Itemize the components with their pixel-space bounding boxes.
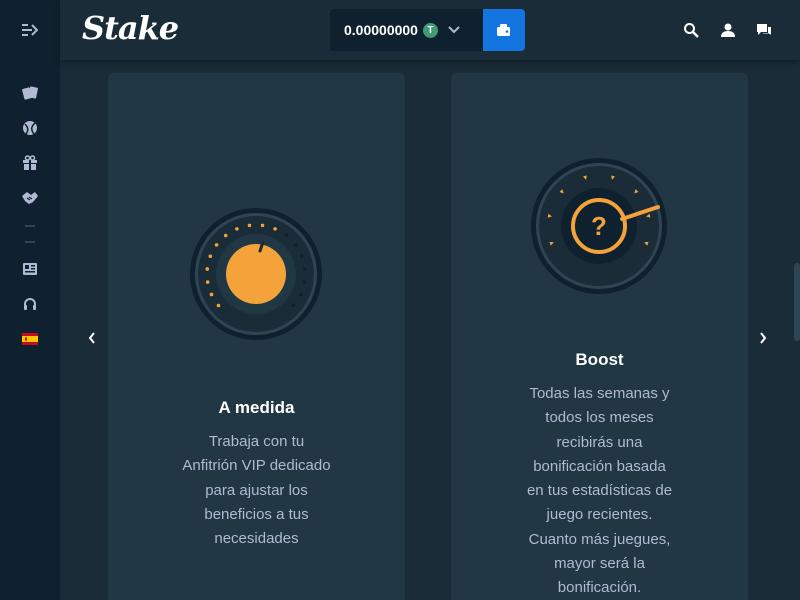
boost-gauge-illustration: ? xyxy=(531,158,667,294)
sidebar-toggle-button[interactable] xyxy=(0,0,60,60)
sidebar-item-promotions[interactable] xyxy=(0,151,60,175)
balance-amount: 0.00000000 xyxy=(344,22,418,38)
sidebar-item-live-support[interactable] xyxy=(0,292,60,316)
dial-dot xyxy=(299,254,304,259)
sidebar-item-language[interactable] xyxy=(0,327,60,351)
carousel-prev-button[interactable] xyxy=(82,328,102,348)
sports-ball-icon xyxy=(23,121,37,135)
sidebar xyxy=(0,0,60,600)
dial-dot xyxy=(209,292,214,297)
search-icon xyxy=(684,23,699,38)
search-button[interactable] xyxy=(681,20,701,40)
dial-dot xyxy=(214,243,219,247)
sidebar-item-blog[interactable] xyxy=(0,257,60,281)
dial-dot xyxy=(208,254,213,259)
headset-support-icon xyxy=(24,298,36,310)
spain-flag-icon xyxy=(22,333,38,345)
card-description: Todas las semanas y todos los meses reci… xyxy=(526,385,673,597)
tether-currency-icon: T xyxy=(422,22,438,38)
dial-knob-illustration xyxy=(190,208,322,340)
dial-dot xyxy=(205,267,210,271)
carousel-next-button[interactable] xyxy=(753,328,773,348)
dial-dot xyxy=(247,223,252,228)
vip-feature-card-tailored: A medida Trabaja con tu Anfitrión VIP de… xyxy=(108,73,405,600)
dial-dot xyxy=(205,280,210,284)
dial-dot xyxy=(302,267,307,271)
dial-dot xyxy=(298,292,303,297)
handshake-icon xyxy=(22,192,38,204)
sidebar-item-sponsorships[interactable] xyxy=(0,186,60,210)
page-scrollbar[interactable] xyxy=(794,263,800,341)
wallet-icon xyxy=(497,24,510,36)
user-icon xyxy=(721,23,735,37)
chevron-left-icon xyxy=(88,332,95,344)
dial-dot xyxy=(291,303,296,308)
sidebar-item-sports[interactable] xyxy=(0,116,60,140)
dial-dot xyxy=(284,233,289,238)
chevron-down-icon xyxy=(448,26,460,34)
wallet-button[interactable] xyxy=(483,9,525,51)
dial-dot xyxy=(293,243,298,247)
sidebar-item-casino[interactable] xyxy=(0,81,60,105)
top-header: Stake 0.00000000 T xyxy=(60,0,800,60)
vip-feature-card-boost: ? Boost Todas las semanas y todos los me… xyxy=(451,73,748,600)
balance-selector[interactable]: 0.00000000 T xyxy=(330,9,483,51)
card-description: Trabaja con tu Anfitrión VIP dedicado pa… xyxy=(182,433,331,548)
dial-dot xyxy=(223,233,228,238)
chat-icon xyxy=(757,24,771,35)
dial-dot xyxy=(273,227,277,231)
news-icon xyxy=(23,263,37,275)
sidebar-divider xyxy=(25,225,35,227)
chevron-right-icon xyxy=(760,332,767,344)
dial-dot xyxy=(302,280,307,284)
dial-dot xyxy=(235,227,239,231)
sidebar-divider xyxy=(25,241,35,243)
dial-dot xyxy=(260,223,265,228)
expand-menu-icon xyxy=(22,24,38,36)
casino-cards-icon xyxy=(22,86,38,100)
svg-text:?: ? xyxy=(591,211,607,241)
card-title: A medida xyxy=(218,398,295,417)
card-title: Boost xyxy=(575,350,624,369)
gift-icon xyxy=(23,155,37,170)
stake-logo[interactable]: Stake xyxy=(82,9,179,47)
chat-button[interactable] xyxy=(754,20,774,40)
user-profile-button[interactable] xyxy=(718,20,738,40)
dial-dot xyxy=(216,303,221,308)
